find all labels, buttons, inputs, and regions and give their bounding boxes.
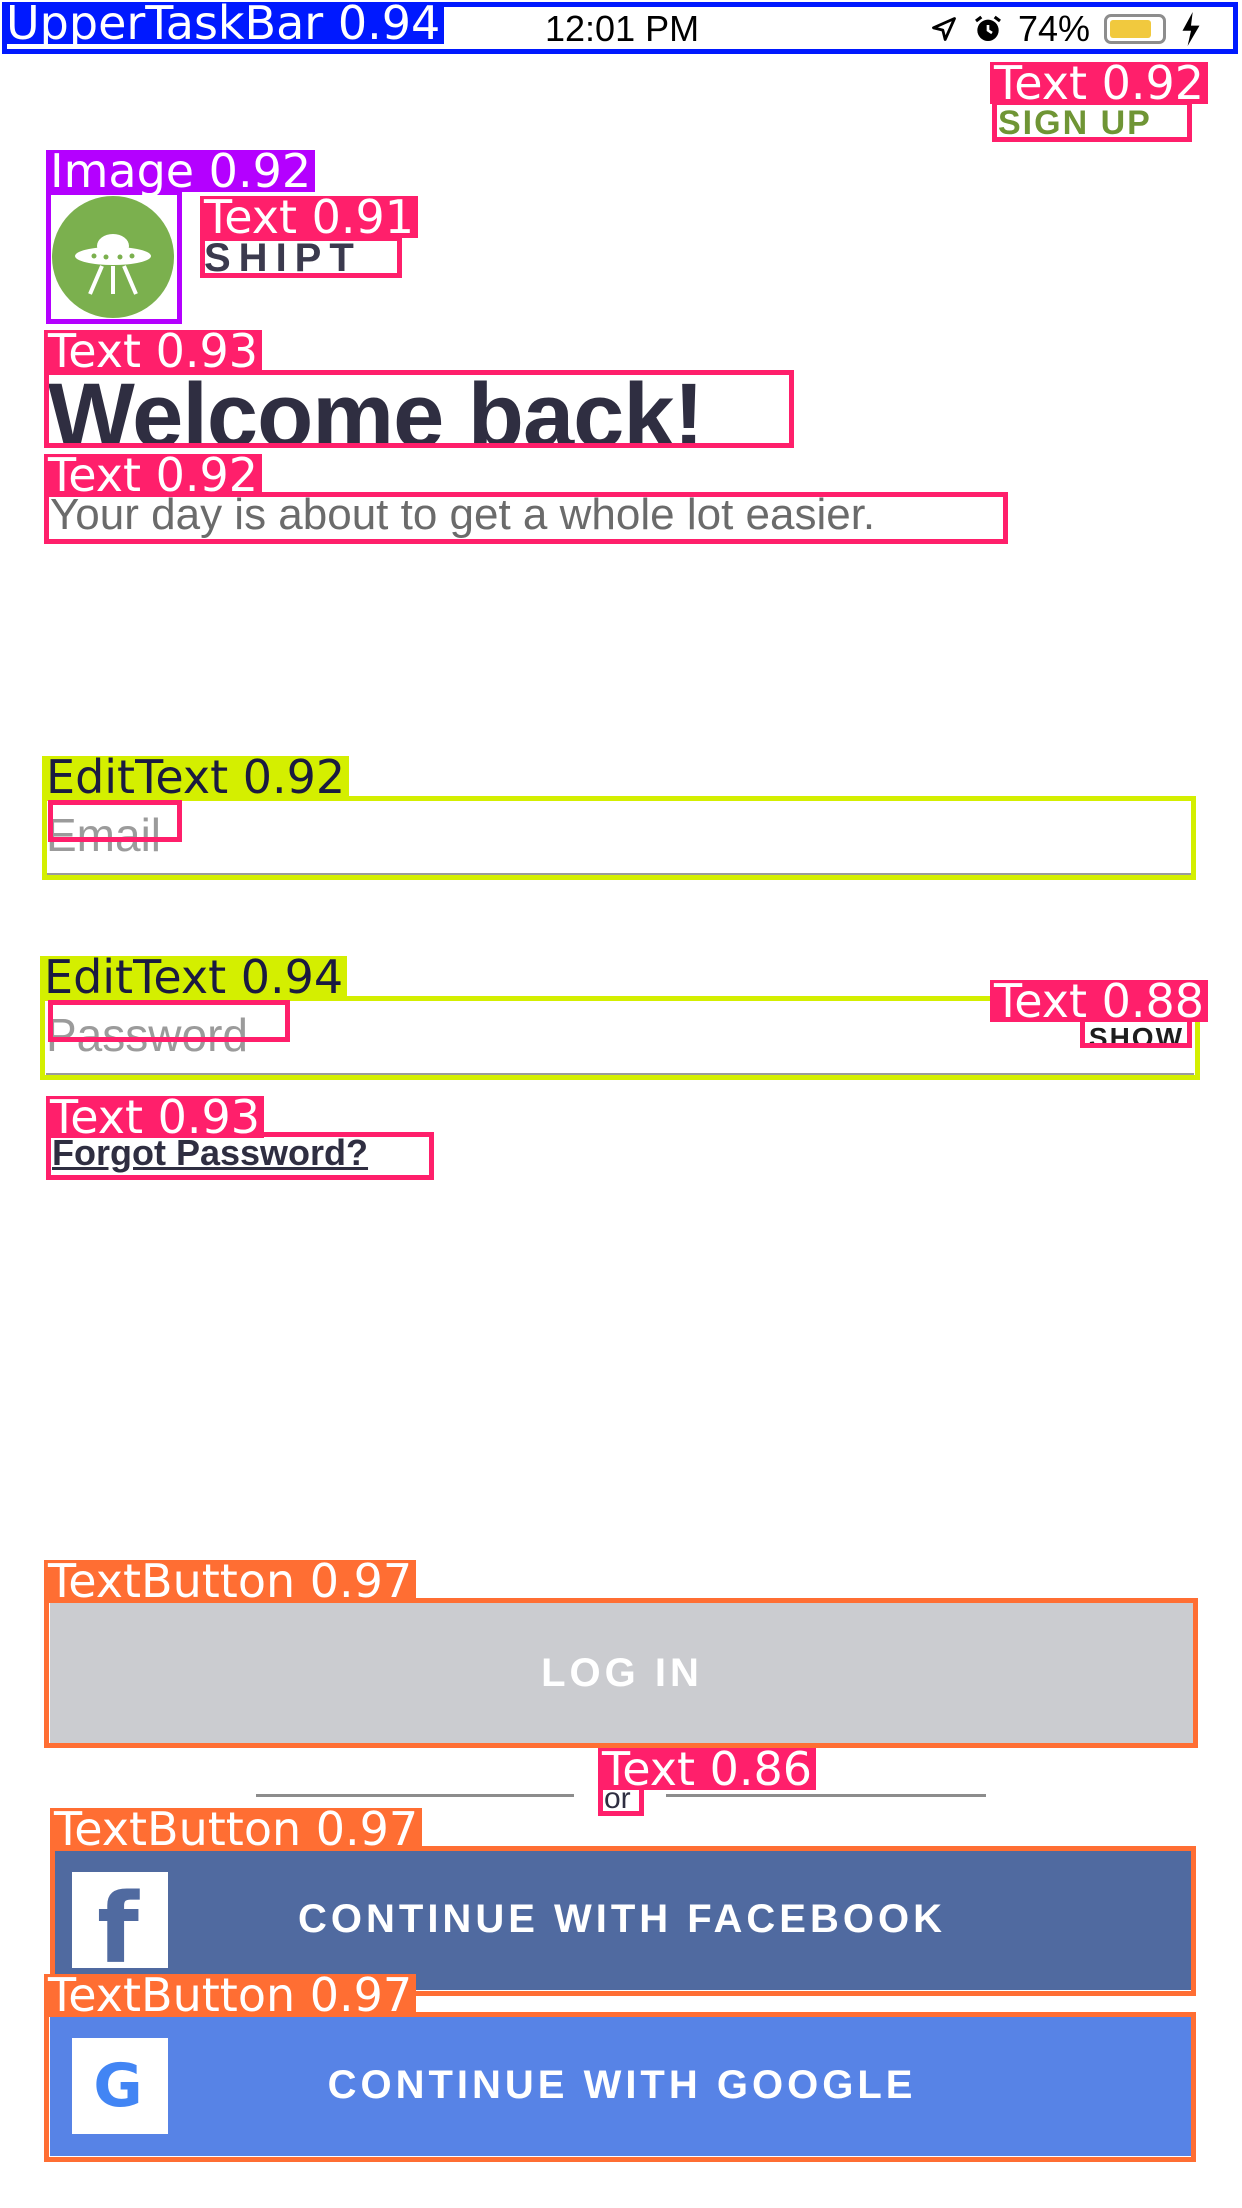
battery-icon xyxy=(1104,14,1166,44)
password-input[interactable] xyxy=(46,996,1194,1073)
or-divider-right xyxy=(666,1794,986,1797)
annotation-label-logo: Image 0.92 xyxy=(46,148,316,194)
status-right-group: 74% xyxy=(930,8,1202,50)
email-input[interactable] xyxy=(46,796,1194,873)
page-subtitle: Your day is about to get a whole lot eas… xyxy=(50,490,876,539)
show-password-button[interactable]: SHOW xyxy=(1089,1022,1184,1054)
or-divider-left xyxy=(256,1794,574,1797)
password-field[interactable]: SHOW xyxy=(46,996,1194,1076)
alarm-icon xyxy=(974,15,1001,41)
annotation-label-email: EditText 0.92 xyxy=(42,754,350,800)
charging-bolt-icon xyxy=(1182,12,1200,46)
login-button[interactable]: LOG IN xyxy=(50,1602,1194,1744)
ufo-icon xyxy=(75,234,151,295)
location-arrow-icon xyxy=(932,17,956,41)
status-bar: 12:01 PM 74% xyxy=(0,0,1242,56)
battery-percent: 74% xyxy=(1017,8,1090,49)
google-button-label: CONTINUE WITH GOOGLE xyxy=(327,2062,917,2107)
email-field[interactable] xyxy=(46,796,1194,876)
annotation-label-or: Text 0.86 xyxy=(598,1746,817,1792)
google-icon: G xyxy=(72,2038,168,2134)
facebook-button-label: CONTINUE WITH FACEBOOK xyxy=(298,1896,946,1941)
annotation-label-brand: Text 0.91 xyxy=(200,194,419,240)
page-title: Welcome back! xyxy=(48,365,704,467)
forgot-password-link[interactable]: Forgot Password? xyxy=(52,1132,368,1174)
status-time: 12:01 PM xyxy=(545,8,700,49)
continue-facebook-button[interactable]: f CONTINUE WITH FACEBOOK xyxy=(50,1848,1194,1990)
signup-link[interactable]: SIGN UP xyxy=(998,104,1152,143)
annotation-label-facebook: TextButton 0.97 xyxy=(50,1806,423,1852)
shipt-logo xyxy=(52,196,174,318)
annotation-label-signup: Text 0.92 xyxy=(990,60,1209,106)
annotation-label-password: EditText 0.94 xyxy=(40,954,348,1000)
brand-name: SHIPT xyxy=(204,236,362,280)
login-button-label: LOG IN xyxy=(541,1650,703,1695)
facebook-icon: f xyxy=(72,1872,168,1985)
or-divider-text: or xyxy=(604,1782,631,1815)
continue-google-button[interactable]: G CONTINUE WITH GOOGLE xyxy=(50,2014,1194,2156)
annotation-label-login: TextButton 0.97 xyxy=(44,1558,417,1604)
